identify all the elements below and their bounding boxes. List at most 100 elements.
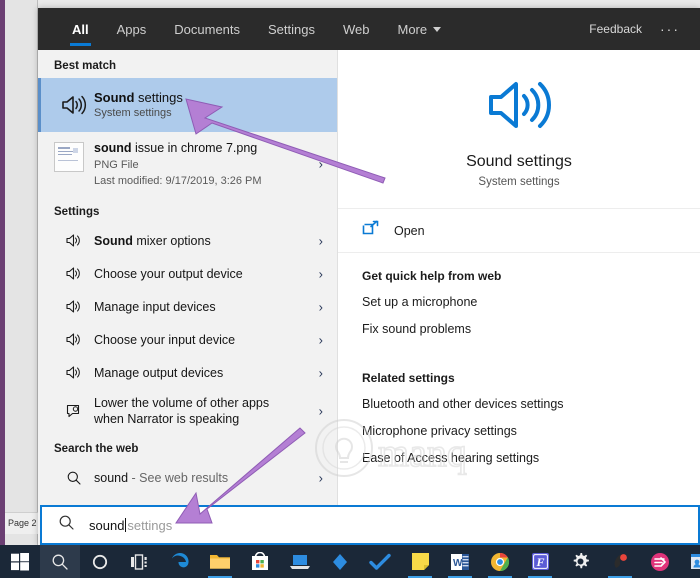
- settings-item-label: Choose your output device: [94, 266, 243, 281]
- best-match-title-rest: settings: [134, 89, 183, 105]
- speaker-icon: [483, 76, 555, 139]
- file-result-title-rest: issue in chrome 7.png: [131, 141, 258, 155]
- open-external-icon: [362, 219, 380, 242]
- file-result-title-bold: sound: [94, 141, 132, 155]
- settings-item-lower-volume-narrator[interactable]: Lower the volume of other apps when Narr…: [38, 389, 337, 433]
- settings-item-label: Lower the volume of other apps when Narr…: [94, 396, 270, 426]
- speaker-icon: [54, 365, 94, 380]
- chevron-right-icon[interactable]: ›: [319, 299, 323, 314]
- search-header: All Apps Documents Settings Web More Fee…: [38, 8, 700, 50]
- best-match-result[interactable]: Sound settings System settings: [38, 78, 337, 132]
- settings-item-label-rest: mixer options: [132, 233, 211, 248]
- web-search-item[interactable]: sound - See web results ›: [38, 461, 337, 495]
- quick-help-heading: Get quick help from web: [362, 269, 502, 283]
- feedback-button[interactable]: Feedback: [577, 22, 654, 36]
- task-view-button[interactable]: [120, 545, 160, 578]
- file-result-type: PNG File: [94, 159, 139, 171]
- results-list: Best match Sound settings System setting…: [38, 50, 338, 545]
- tab-web[interactable]: Web: [329, 8, 384, 50]
- tab-all[interactable]: All: [58, 8, 103, 50]
- best-match-texts: Sound settings System settings: [94, 90, 183, 121]
- related-settings-heading: Related settings: [362, 371, 455, 385]
- tab-settings[interactable]: Settings: [254, 8, 329, 50]
- microsoft-store-button[interactable]: [240, 545, 280, 578]
- f-app-button[interactable]: F: [520, 545, 560, 578]
- best-match-title: Sound settings: [94, 90, 183, 106]
- sticky-notes-button[interactable]: [400, 545, 440, 578]
- remote-desktop-button[interactable]: [280, 545, 320, 578]
- chevron-right-icon[interactable]: ›: [319, 365, 323, 380]
- windows-search-panel: All Apps Documents Settings Web More Fee…: [38, 8, 700, 545]
- settings-item-choose-your-output-device[interactable]: Choose your output device ›: [38, 257, 337, 290]
- settings-item-manage-output-devices[interactable]: Manage output devices ›: [38, 356, 337, 389]
- detail-subtitle: System settings: [478, 176, 560, 188]
- search-typed-text: sound: [89, 517, 125, 533]
- settings-item-label-bold: Sound: [94, 233, 133, 248]
- detail-title: Sound settings: [466, 153, 572, 170]
- search-input[interactable]: sound settings: [40, 505, 700, 545]
- more-options-icon[interactable]: ···: [654, 21, 686, 37]
- settings-item-choose-your-input-device[interactable]: Choose your input device ›: [38, 323, 337, 356]
- tab-all-label: All: [72, 21, 89, 37]
- tab-documents[interactable]: Documents: [160, 8, 254, 50]
- cortana-button[interactable]: [80, 545, 120, 578]
- png-thumbnail-icon: [54, 142, 84, 172]
- file-explorer-button[interactable]: [200, 545, 240, 578]
- web-search-label: sound - See web results: [94, 471, 228, 485]
- chrome-button[interactable]: [480, 545, 520, 578]
- file-result-title: sound issue in chrome 7.png: [94, 140, 262, 157]
- contacts-button[interactable]: [680, 545, 700, 578]
- chevron-right-icon[interactable]: ›: [319, 157, 323, 172]
- todo-button[interactable]: [360, 545, 400, 578]
- quick-help-section: Get quick help from web Set up a microph…: [338, 253, 700, 336]
- chevron-down-icon: [433, 26, 442, 32]
- search-icon: [54, 470, 94, 486]
- best-match-title-bold: Sound: [94, 89, 135, 105]
- settings-heading: Settings: [54, 206, 100, 218]
- settings-item-manage-input-devices[interactable]: Manage input devices ›: [38, 290, 337, 323]
- tab-apps[interactable]: Apps: [103, 8, 161, 50]
- start-button[interactable]: [0, 545, 40, 578]
- taskbar: W F: [0, 545, 700, 578]
- quick-help-link-set-up-microphone[interactable]: Set up a microphone: [362, 295, 700, 309]
- word-button[interactable]: W: [440, 545, 480, 578]
- tab-documents-label: Documents: [174, 21, 241, 37]
- quick-help-link-fix-sound-problems[interactable]: Fix sound problems: [362, 322, 700, 336]
- file-result[interactable]: sound issue in chrome 7.png PNG File Las…: [38, 132, 337, 196]
- chevron-right-icon[interactable]: ›: [319, 266, 323, 281]
- background-window-body: [5, 0, 38, 545]
- settings-item-label: Manage input devices: [94, 299, 216, 314]
- chevron-right-icon[interactable]: ›: [319, 404, 323, 419]
- search-body: Best match Sound settings System setting…: [38, 50, 700, 545]
- search-web-heading: Search the web: [54, 443, 139, 455]
- file-result-modified: Last modified: 9/17/2019, 3:26 PM: [94, 175, 262, 187]
- pink-app-button[interactable]: [640, 545, 680, 578]
- related-link-microphone-privacy[interactable]: Microphone privacy settings: [362, 424, 700, 438]
- speaker-icon: [54, 332, 94, 347]
- related-link-bluetooth-and-other-devices[interactable]: Bluetooth and other devices settings: [362, 397, 700, 411]
- file-result-texts: sound issue in chrome 7.png PNG File Las…: [94, 140, 262, 189]
- speaker-icon: [54, 233, 94, 248]
- tab-more[interactable]: More: [384, 8, 456, 50]
- open-action[interactable]: Open: [338, 209, 700, 253]
- red-app-button[interactable]: [600, 545, 640, 578]
- chevron-right-icon[interactable]: ›: [319, 471, 323, 486]
- edge-button[interactable]: [160, 545, 200, 578]
- tab-settings-label: Settings: [268, 21, 315, 37]
- background-status-text: Page 2 o: [5, 512, 44, 534]
- settings-button[interactable]: [560, 545, 600, 578]
- chevron-right-icon[interactable]: ›: [319, 233, 323, 248]
- settings-item-label: Choose your input device: [94, 332, 236, 347]
- svg-text:W: W: [453, 558, 463, 569]
- related-link-ease-of-access-hearing[interactable]: Ease of Access hearing settings: [362, 451, 700, 465]
- search-button[interactable]: [40, 545, 80, 578]
- chevron-right-icon[interactable]: ›: [319, 332, 323, 347]
- blue-app-button[interactable]: [320, 545, 360, 578]
- open-label: Open: [394, 223, 425, 238]
- settings-item-sound-mixer-options[interactable]: Sound mixer options ›: [38, 224, 337, 257]
- svg-text:F: F: [535, 555, 544, 569]
- search-input-text: sound settings: [89, 517, 172, 533]
- narrator-icon: [54, 403, 94, 419]
- detail-pane: Sound settings System settings Open Get …: [338, 50, 700, 545]
- detail-hero: Sound settings System settings: [338, 50, 700, 209]
